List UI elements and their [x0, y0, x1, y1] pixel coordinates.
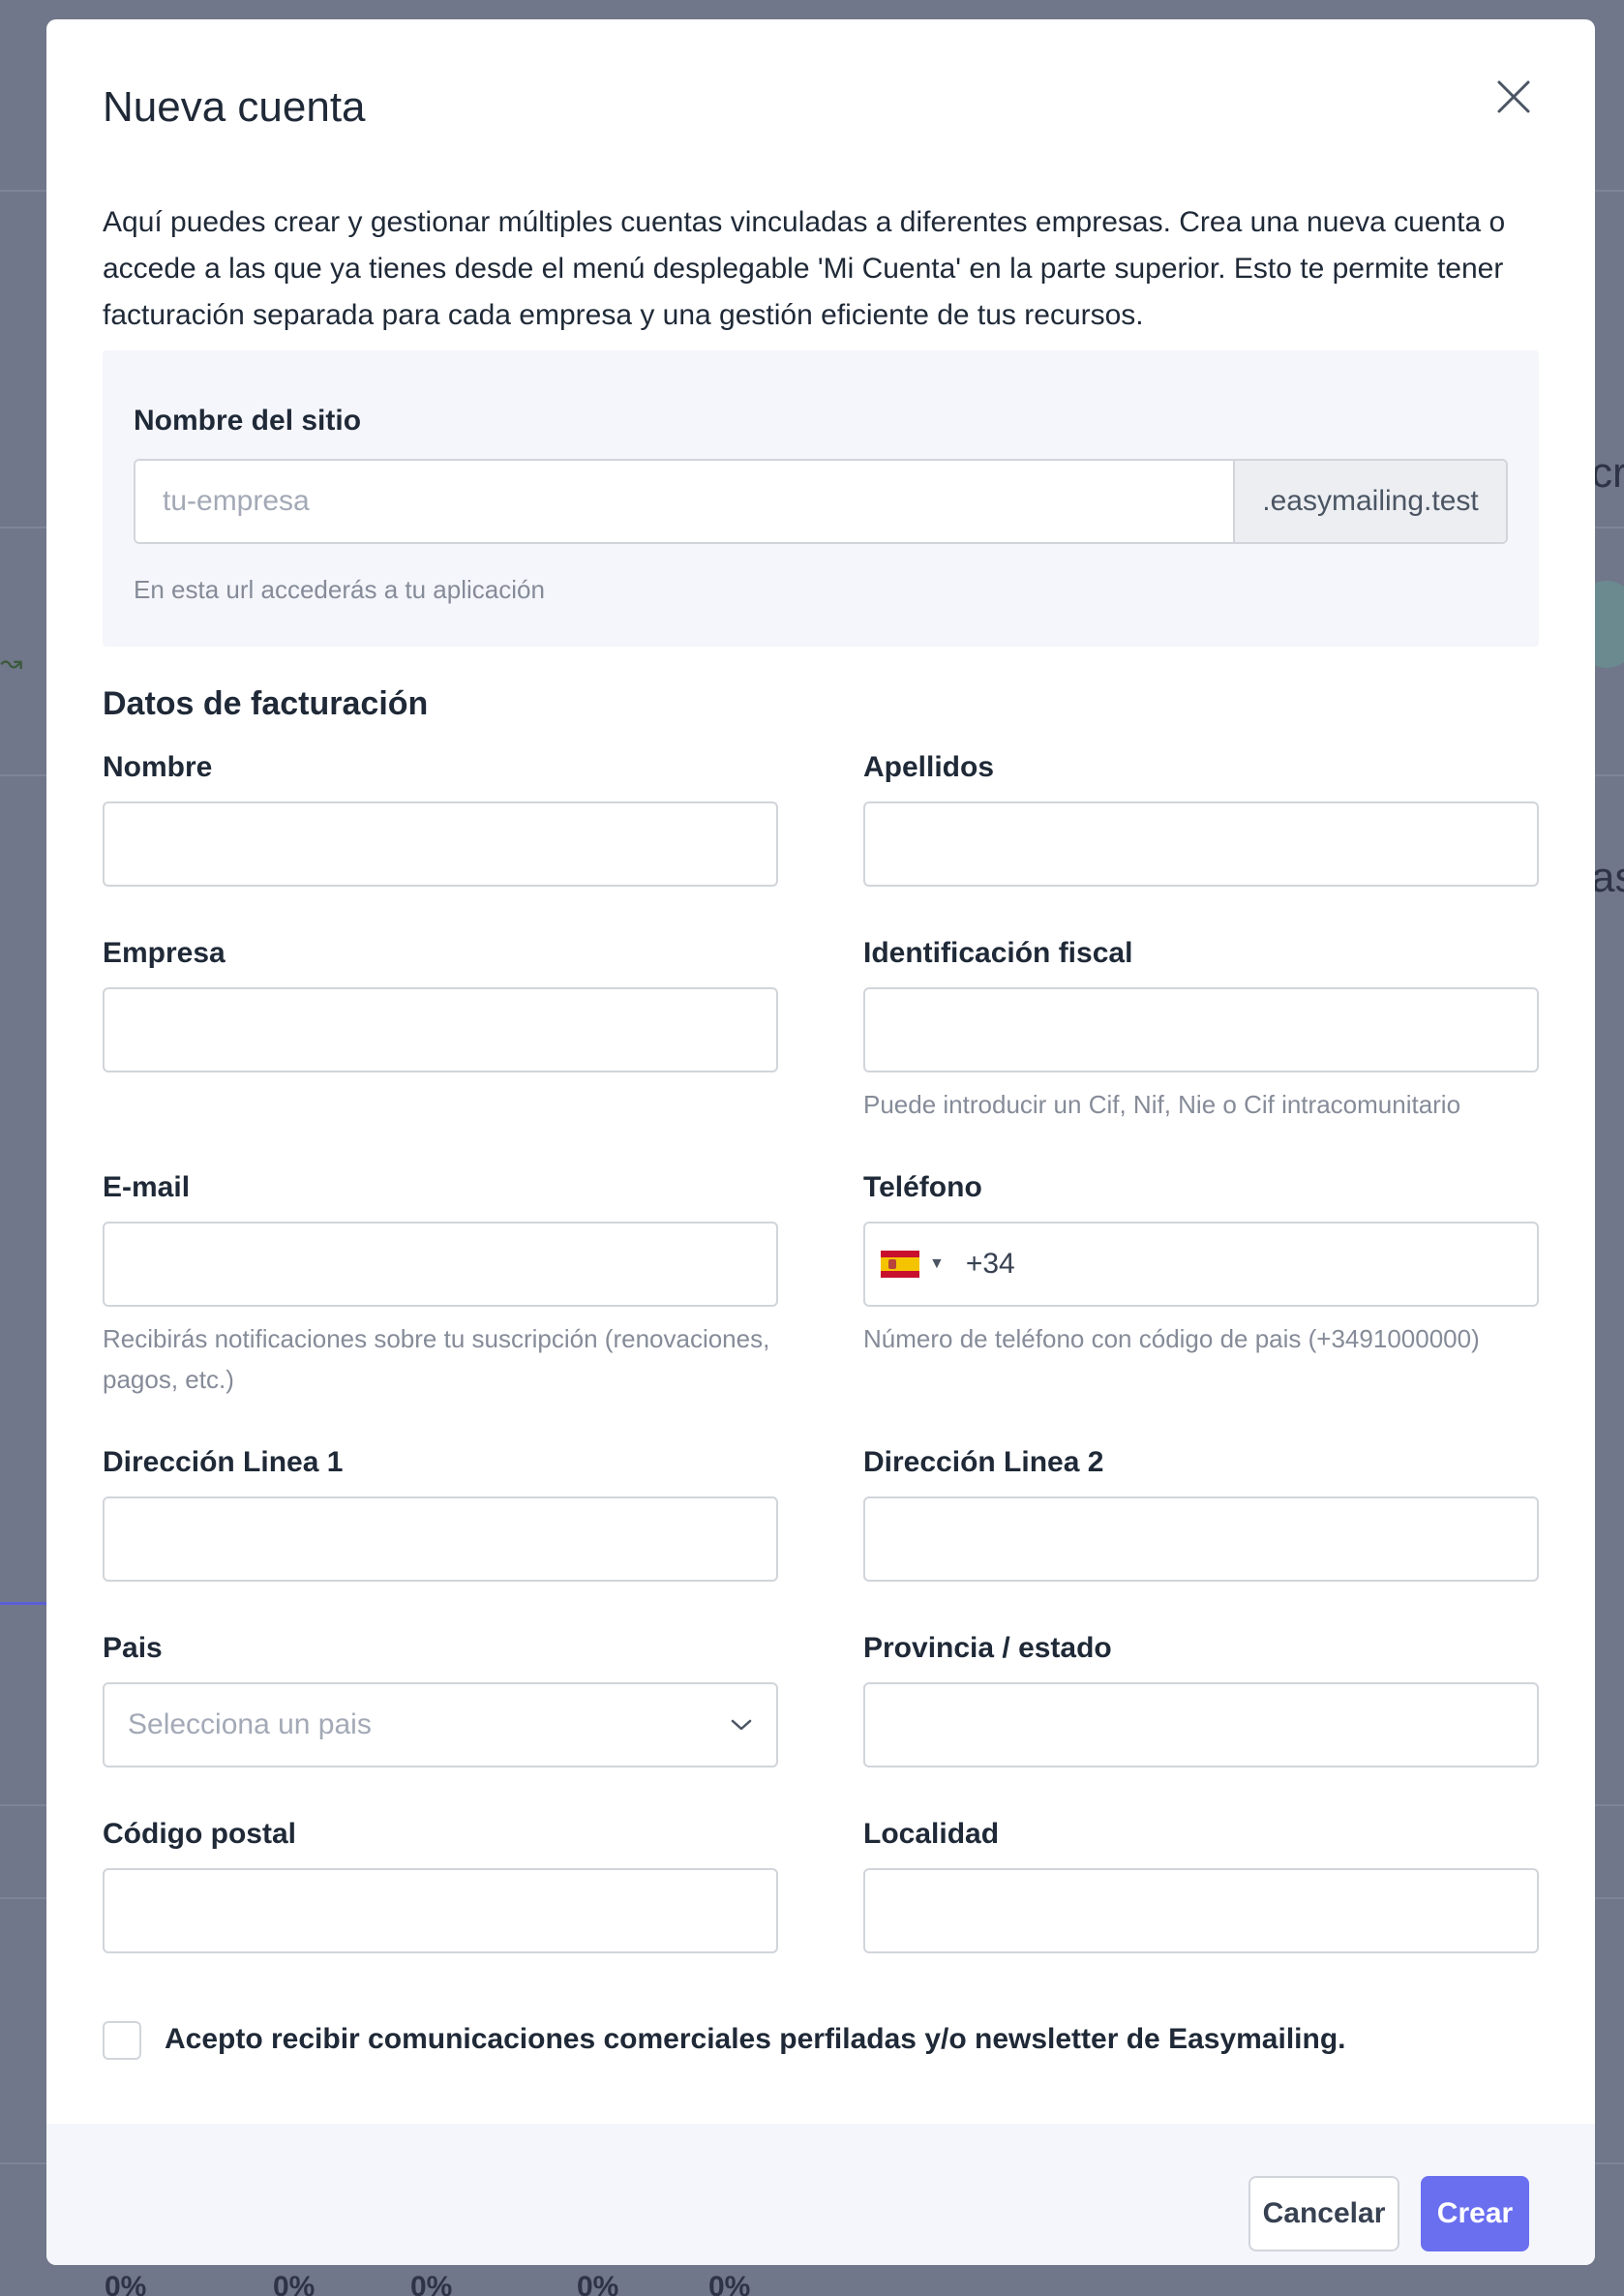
state-input[interactable] — [863, 1682, 1539, 1767]
last-name-label: Apellidos — [863, 751, 995, 783]
email-label: E-mail — [103, 1171, 191, 1203]
bg-text: as — [1591, 854, 1624, 901]
city-input[interactable] — [863, 1868, 1539, 1953]
country-select-placeholder: Selecciona un pais — [128, 1708, 372, 1740]
first-name-label: Nombre — [103, 751, 213, 783]
phone-country-code: +34 — [965, 1248, 1015, 1280]
address1-label: Dirección Linea 1 — [103, 1446, 344, 1478]
bg-chart-line — [0, 1602, 46, 1605]
state-label: Provincia / estado — [863, 1632, 1112, 1664]
phone-help: Número de teléfono con código de pais (+… — [863, 1324, 1480, 1353]
close-icon — [1497, 80, 1530, 113]
bg-percent: 0% — [105, 2271, 147, 2296]
address2-label: Dirección Linea 2 — [863, 1446, 1104, 1478]
country-label: Pais — [103, 1632, 163, 1664]
city-label: Localidad — [863, 1818, 1000, 1850]
trend-icon: ↝ — [0, 648, 23, 678]
site-name-input[interactable] — [135, 461, 1233, 542]
close-button[interactable] — [1485, 68, 1543, 126]
cancel-button[interactable]: Cancelar — [1248, 2176, 1399, 2251]
company-input[interactable] — [103, 987, 778, 1072]
site-name-section: Nombre del sitio .easymailing.test En es… — [103, 350, 1539, 647]
caret-down-icon[interactable]: ▼ — [929, 1255, 945, 1273]
site-name-group: .easymailing.test — [134, 459, 1508, 544]
postal-code-input[interactable] — [103, 1868, 778, 1953]
bg-percent: 0% — [708, 2271, 751, 2296]
first-name-input[interactable] — [103, 801, 778, 887]
new-account-modal: Nueva cuenta Aquí puedes crear y gestion… — [46, 19, 1595, 2265]
address2-input[interactable] — [863, 1496, 1539, 1582]
email-input[interactable] — [103, 1222, 778, 1307]
tax-id-help: Puede introducir un Cif, Nif, Nie o Cif … — [863, 1090, 1461, 1119]
tax-id-label: Identificación fiscal — [863, 937, 1133, 969]
spain-flag-icon[interactable] — [881, 1251, 919, 1278]
modal-title: Nueva cuenta — [103, 83, 366, 131]
phone-input[interactable] — [1014, 1225, 1537, 1303]
create-button[interactable]: Crear — [1421, 2176, 1529, 2251]
bg-percent: 0% — [273, 2271, 316, 2296]
modal-footer: Cancelar Crear — [46, 2124, 1595, 2265]
modal-description: Aquí puedes crear y gestionar múltiples … — [103, 206, 1506, 331]
chevron-down-icon — [731, 1719, 752, 1731]
tax-id-input[interactable] — [863, 987, 1539, 1072]
newsletter-checkbox-label[interactable]: Acepto recibir comunicaciones comerciale… — [165, 2023, 1345, 2056]
company-label: Empresa — [103, 937, 226, 969]
postal-code-label: Código postal — [103, 1818, 296, 1850]
billing-section-title: Datos de facturación — [103, 685, 429, 722]
address1-input[interactable] — [103, 1496, 778, 1582]
last-name-input[interactable] — [863, 801, 1539, 887]
phone-field: ▼ +34 — [863, 1222, 1539, 1307]
newsletter-checkbox[interactable] — [103, 2021, 141, 2060]
site-name-label: Nombre del sitio — [134, 405, 362, 437]
bg-percent: 0% — [410, 2271, 453, 2296]
bg-percent: 0% — [577, 2271, 619, 2296]
bg-text: cr — [1591, 449, 1624, 497]
country-select[interactable]: Selecciona un pais — [103, 1682, 778, 1767]
domain-suffix: .easymailing.test — [1233, 461, 1506, 542]
email-help: Recibirás notificaciones sobre tu suscri… — [103, 1324, 770, 1394]
site-name-help: En esta url accederás a tu aplicación — [134, 575, 545, 604]
phone-label: Teléfono — [863, 1171, 982, 1203]
